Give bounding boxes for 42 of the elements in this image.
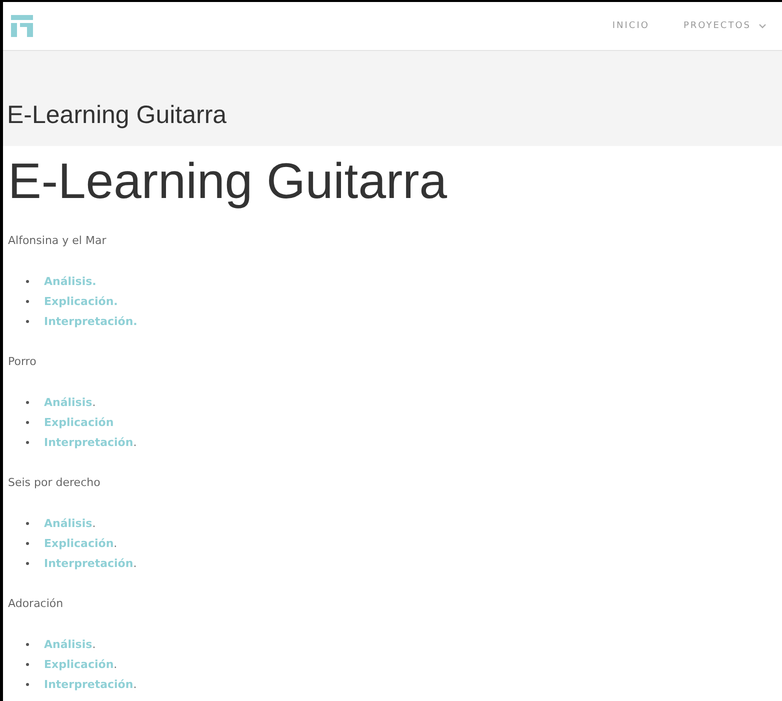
logo-icon[interactable] xyxy=(11,15,33,37)
caret-icon xyxy=(759,24,766,28)
bullet-icon xyxy=(26,542,29,544)
punctuation: . xyxy=(133,678,137,690)
lesson-link[interactable]: Explicación xyxy=(44,536,114,550)
bullet-icon xyxy=(26,642,29,646)
punctuation: . xyxy=(92,638,96,650)
bullet-icon xyxy=(26,440,29,444)
bullet-icon xyxy=(26,400,29,404)
punctuation: . xyxy=(114,658,118,670)
punctuation: . xyxy=(92,396,96,408)
bullet-icon xyxy=(26,522,29,524)
lesson-link[interactable]: Interpretación xyxy=(44,678,134,690)
lesson-link[interactable]: Análisis. xyxy=(44,274,96,288)
lesson-link[interactable]: Explicación. xyxy=(44,294,118,308)
bullet-icon xyxy=(26,662,29,666)
punctuation: . xyxy=(92,516,96,530)
punctuation: . xyxy=(133,556,137,570)
nav-link[interactable]: PROYECTOS xyxy=(683,21,766,31)
bullet-icon xyxy=(26,280,29,282)
song-title: Porro xyxy=(8,355,38,368)
lesson-link[interactable]: Análisis xyxy=(44,638,92,650)
lesson-link[interactable]: Explicación xyxy=(44,416,114,428)
song-title: Alfonsina y el Mar xyxy=(8,234,108,247)
song-title: Seis por derecho xyxy=(8,476,102,489)
punctuation: . xyxy=(133,436,137,448)
nav-link[interactable]: INICIO xyxy=(612,21,650,31)
bullet-icon xyxy=(26,682,29,686)
lesson-link[interactable]: Interpretación xyxy=(44,556,134,570)
page-heading: E-Learning Guitarra xyxy=(8,154,448,209)
punctuation: . xyxy=(114,536,118,550)
bullet-icon xyxy=(26,320,29,322)
song-title: Adoración xyxy=(8,597,64,610)
lesson-link[interactable]: Interpretación. xyxy=(44,314,138,328)
bullet-icon xyxy=(26,562,29,564)
lesson-link[interactable]: Explicación xyxy=(44,658,114,670)
lesson-link[interactable]: Análisis xyxy=(44,516,92,530)
banner-title: E-Learning Guitarra xyxy=(7,101,227,130)
lesson-link[interactable]: Análisis xyxy=(44,396,92,408)
bullet-icon xyxy=(26,420,29,424)
lesson-link[interactable]: Interpretación xyxy=(44,436,134,448)
bullet-icon xyxy=(26,300,29,302)
